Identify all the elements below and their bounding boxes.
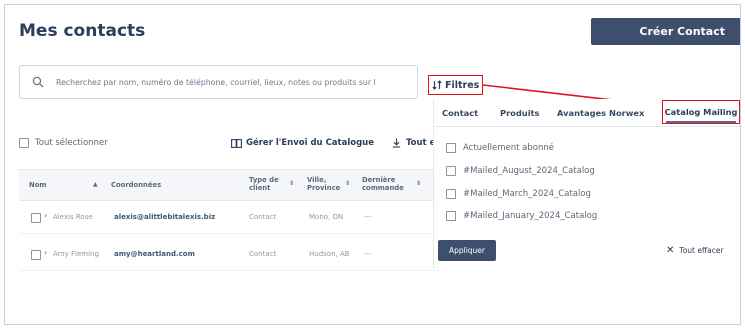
close-icon: ✕ <box>666 245 675 256</box>
chevron-right-icon[interactable]: › <box>44 248 47 257</box>
tabs-divider <box>434 126 740 127</box>
option-checkbox[interactable] <box>446 189 456 199</box>
column-header-last-order[interactable]: Dernière commande <box>362 176 404 192</box>
row-checkbox[interactable] <box>31 250 41 260</box>
option-label: #Mailed_August_2024_Catalog <box>463 166 595 176</box>
filter-option[interactable]: #Mailed_March_2024_Catalog <box>446 189 591 199</box>
contact-email[interactable]: amy@heartland.com <box>114 250 195 258</box>
contact-last-order: --- <box>364 213 372 221</box>
book-icon <box>231 138 242 148</box>
tab-products[interactable]: Produits <box>500 108 539 118</box>
search-placeholder: Recherchez par nom, numéro de téléphone,… <box>56 77 376 87</box>
clear-all-label: Tout effacer <box>679 246 724 255</box>
table-row[interactable]: › Amy Fleming amy@heartland.com Contact … <box>19 240 439 271</box>
contact-type: Contact <box>249 213 277 221</box>
table-row[interactable]: › Alexis Rose alexis@alittlebitalexis.bi… <box>19 203 439 234</box>
contact-city: Hudson, AB <box>309 250 350 258</box>
filter-option[interactable]: Actuellement abonné <box>446 143 554 153</box>
option-checkbox[interactable] <box>446 211 456 221</box>
search-icon <box>32 76 44 88</box>
catalog-shipping-label: Gérer l'Envoi du Catalogue <box>246 138 374 148</box>
option-checkbox[interactable] <box>446 143 456 153</box>
column-header-contact[interactable]: Coordonnées <box>111 181 161 189</box>
filter-option[interactable]: #Mailed_August_2024_Catalog <box>446 166 595 176</box>
download-icon <box>392 138 401 148</box>
contact-city: Mono, ON <box>309 213 344 221</box>
option-label: Actuellement abonné <box>463 143 554 153</box>
column-header-client-type[interactable]: Type de client <box>249 176 279 192</box>
select-all-checkbox[interactable]: Tout sélectionner <box>19 138 108 148</box>
sort-asc-icon[interactable]: ▲ <box>93 181 98 188</box>
page-title: Mes contacts <box>19 21 146 41</box>
filter-panel: Contact Produits Avantages Norwex Catalo… <box>433 99 740 269</box>
manage-catalog-shipping-link[interactable]: Gérer l'Envoi du Catalogue <box>231 138 374 148</box>
contact-name[interactable]: Alexis Rose <box>53 213 93 221</box>
tab-norwex-benefits[interactable]: Avantages Norwex <box>557 108 644 118</box>
contact-last-order: --- <box>364 250 372 258</box>
sort-toggle-icon[interactable]: ⇕ <box>345 180 350 187</box>
export-label: Tout e <box>406 138 436 148</box>
checkbox[interactable] <box>19 138 29 148</box>
chevron-right-icon[interactable]: › <box>44 211 47 220</box>
row-checkbox[interactable] <box>31 213 41 223</box>
tab-catalog-mailing[interactable]: Catalog Mailing <box>662 100 740 124</box>
contact-type: Contact <box>249 250 277 258</box>
contact-name[interactable]: Amy Fleming <box>53 250 99 258</box>
column-header-city[interactable]: Ville, Province <box>307 176 340 192</box>
contacts-page: Mes contacts Créer Contact Recherchez pa… <box>4 4 741 325</box>
clear-all-button[interactable]: ✕ Tout effacer <box>666 245 724 256</box>
search-input[interactable]: Recherchez par nom, numéro de téléphone,… <box>19 65 418 99</box>
export-link[interactable]: Tout e <box>392 138 435 148</box>
sort-toggle-icon[interactable]: ⇕ <box>416 180 421 187</box>
sort-toggle-icon[interactable]: ⇕ <box>289 180 294 187</box>
apply-button[interactable]: Appliquer <box>438 240 496 261</box>
contact-email[interactable]: alexis@alittlebitalexis.biz <box>114 213 215 221</box>
table-header: Nom ▲ Coordonnées Type de client ⇕ Ville,… <box>19 169 439 201</box>
option-checkbox[interactable] <box>446 166 456 176</box>
column-header-name[interactable]: Nom <box>29 181 46 189</box>
option-label: #Mailed_March_2024_Catalog <box>463 189 591 199</box>
select-all-label: Tout sélectionner <box>35 138 108 148</box>
sort-filter-icon <box>432 80 442 90</box>
option-label: #Mailed_January_2024_Catalog <box>463 211 598 221</box>
create-contact-button[interactable]: Créer Contact <box>591 18 740 45</box>
tab-contact[interactable]: Contact <box>442 108 478 118</box>
filter-option[interactable]: #Mailed_January_2024_Catalog <box>446 211 597 221</box>
